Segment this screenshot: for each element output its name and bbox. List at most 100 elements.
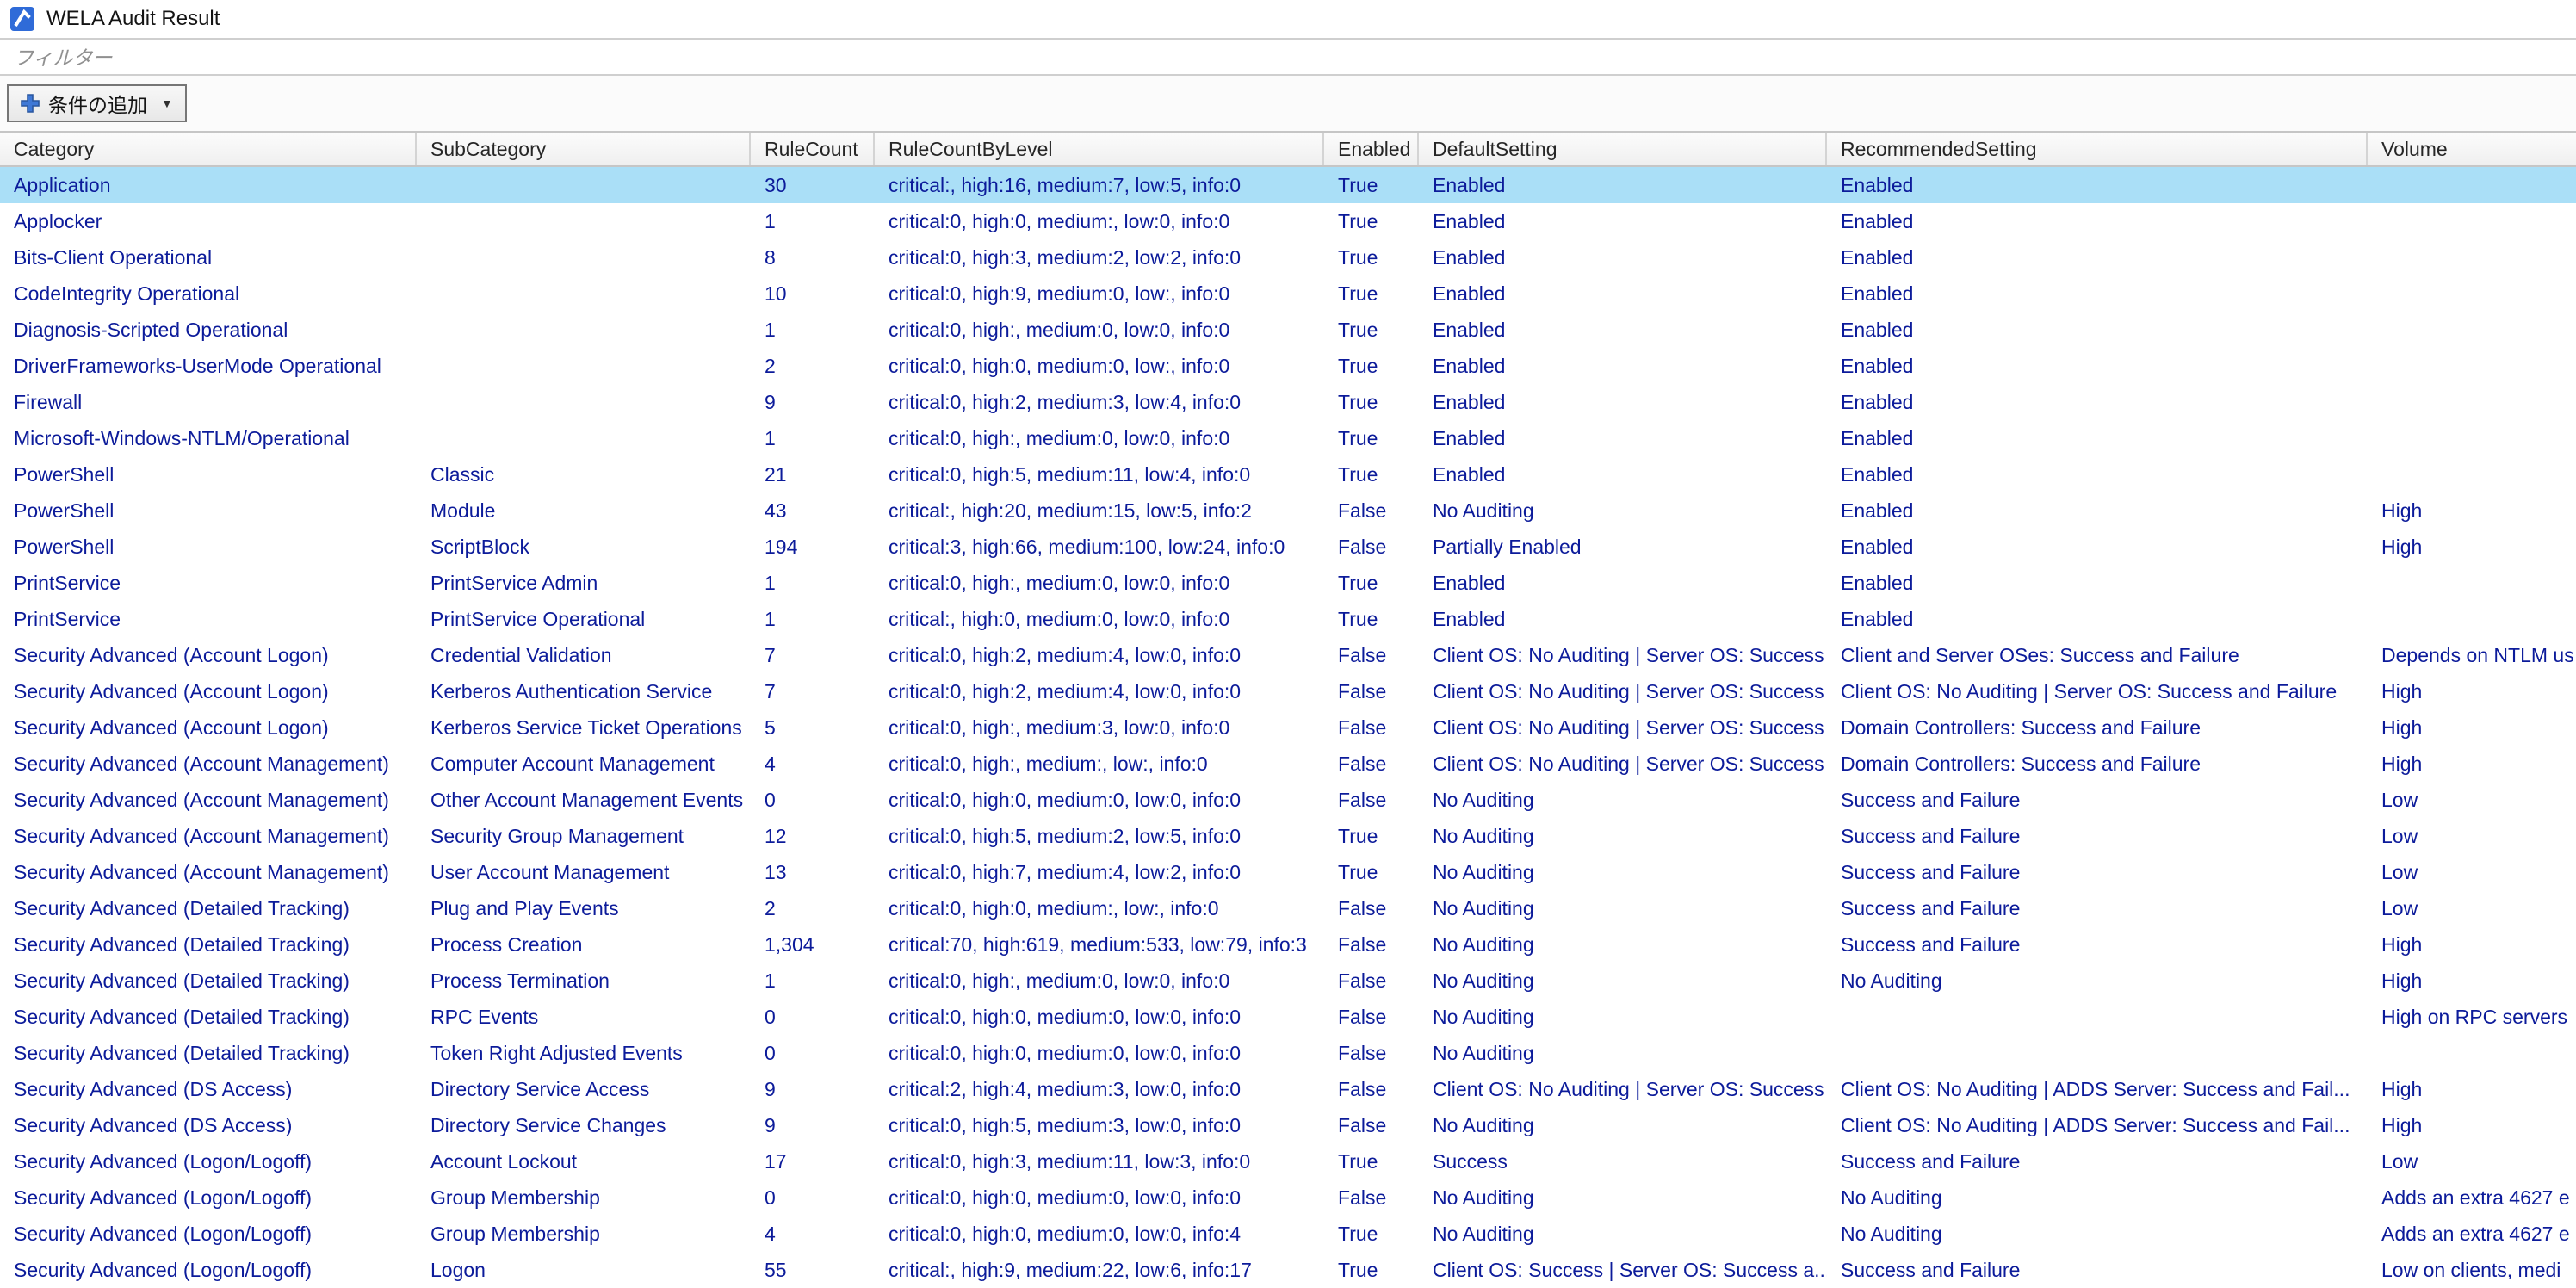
cell-rulecount[interactable]: 55 <box>751 1252 875 1288</box>
cell-category[interactable]: PowerShell <box>0 492 417 529</box>
cell-defaultsetting[interactable]: No Auditing <box>1419 890 1827 926</box>
cell-rulecount[interactable]: 1 <box>751 312 875 348</box>
cell-subcategory[interactable]: Process Termination <box>417 963 751 999</box>
cell-recommendedsetting[interactable]: Client OS: No Auditing | ADDS Server: Su… <box>1827 1107 2368 1143</box>
cell-rulecount[interactable]: 43 <box>751 492 875 529</box>
cell-enabled[interactable]: False <box>1324 1180 1419 1216</box>
cell-category[interactable]: Security Advanced (Account Management) <box>0 854 417 890</box>
cell-rulecountbylevel[interactable]: critical:0, high:0, medium:0, low:0, inf… <box>875 1216 1324 1252</box>
cell-enabled[interactable]: False <box>1324 1071 1419 1107</box>
cell-enabled[interactable]: False <box>1324 709 1419 746</box>
cell-subcategory[interactable] <box>417 203 751 239</box>
cell-rulecountbylevel[interactable]: critical:0, high:0, medium:, low:, info:… <box>875 890 1324 926</box>
table-row[interactable]: Security Advanced (DS Access) Directory … <box>0 1071 2576 1107</box>
cell-category[interactable]: Security Advanced (Account Management) <box>0 782 417 818</box>
table-row[interactable]: Security Advanced (DS Access) Directory … <box>0 1107 2576 1143</box>
cell-rulecountbylevel[interactable]: critical:0, high:2, medium:4, low:0, inf… <box>875 637 1324 673</box>
cell-subcategory[interactable]: Logon <box>417 1252 751 1288</box>
cell-defaultsetting[interactable]: No Auditing <box>1419 782 1827 818</box>
cell-volume[interactable]: High <box>2368 1071 2576 1107</box>
cell-rulecountbylevel[interactable]: critical:, high:16, medium:7, low:5, inf… <box>875 167 1324 203</box>
cell-recommendedsetting[interactable]: Enabled <box>1827 601 2368 637</box>
cell-volume[interactable]: Low <box>2368 782 2576 818</box>
cell-rulecountbylevel[interactable]: critical:0, high:7, medium:4, low:2, inf… <box>875 854 1324 890</box>
cell-subcategory[interactable]: Credential Validation <box>417 637 751 673</box>
cell-rulecountbylevel[interactable]: critical:0, high:2, medium:4, low:0, inf… <box>875 673 1324 709</box>
cell-volume[interactable] <box>2368 203 2576 239</box>
cell-volume[interactable] <box>2368 312 2576 348</box>
cell-subcategory[interactable] <box>417 348 751 384</box>
cell-defaultsetting[interactable]: No Auditing <box>1419 492 1827 529</box>
cell-defaultsetting[interactable]: Enabled <box>1419 601 1827 637</box>
cell-defaultsetting[interactable]: No Auditing <box>1419 999 1827 1035</box>
cell-enabled[interactable]: True <box>1324 818 1419 854</box>
table-row[interactable]: Security Advanced (Account Logon) Kerber… <box>0 673 2576 709</box>
cell-rulecountbylevel[interactable]: critical:0, high:5, medium:11, low:4, in… <box>875 456 1324 492</box>
cell-category[interactable]: Security Advanced (Logon/Logoff) <box>0 1252 417 1288</box>
cell-category[interactable]: Diagnosis-Scripted Operational <box>0 312 417 348</box>
cell-enabled[interactable]: False <box>1324 963 1419 999</box>
cell-enabled[interactable]: False <box>1324 673 1419 709</box>
cell-recommendedsetting[interactable]: Enabled <box>1827 167 2368 203</box>
cell-recommendedsetting[interactable]: Enabled <box>1827 239 2368 276</box>
cell-category[interactable]: Security Advanced (Detailed Tracking) <box>0 890 417 926</box>
table-row[interactable]: Security Advanced (Account Management) S… <box>0 818 2576 854</box>
cell-subcategory[interactable]: Directory Service Changes <box>417 1107 751 1143</box>
cell-enabled[interactable]: True <box>1324 239 1419 276</box>
table-row[interactable]: Security Advanced (Logon/Logoff) Group M… <box>0 1180 2576 1216</box>
cell-volume[interactable] <box>2368 348 2576 384</box>
column-header-subcategory[interactable]: SubCategory <box>417 133 751 165</box>
cell-defaultsetting[interactable]: Enabled <box>1419 276 1827 312</box>
cell-enabled[interactable]: True <box>1324 276 1419 312</box>
cell-enabled[interactable]: True <box>1324 203 1419 239</box>
cell-recommendedsetting[interactable]: Enabled <box>1827 456 2368 492</box>
table-row[interactable]: Security Advanced (Logon/Logoff) Logon 5… <box>0 1252 2576 1288</box>
cell-subcategory[interactable]: Module <box>417 492 751 529</box>
cell-rulecount[interactable]: 10 <box>751 276 875 312</box>
cell-defaultsetting[interactable]: Client OS: No Auditing | Server OS: Succ… <box>1419 746 1827 782</box>
cell-category[interactable]: Security Advanced (Detailed Tracking) <box>0 1035 417 1071</box>
cell-enabled[interactable]: False <box>1324 637 1419 673</box>
cell-rulecountbylevel[interactable]: critical:0, high:, medium:0, low:0, info… <box>875 420 1324 456</box>
cell-rulecountbylevel[interactable]: critical:0, high:9, medium:0, low:, info… <box>875 276 1324 312</box>
table-row[interactable]: Application 30 critical:, high:16, mediu… <box>0 167 2576 203</box>
cell-recommendedsetting[interactable]: Success and Failure <box>1827 854 2368 890</box>
cell-volume[interactable]: Low <box>2368 1143 2576 1180</box>
table-row[interactable]: Security Advanced (Account Logon) Creden… <box>0 637 2576 673</box>
cell-category[interactable]: PrintService <box>0 601 417 637</box>
cell-recommendedsetting[interactable]: Domain Controllers: Success and Failure <box>1827 709 2368 746</box>
cell-rulecount[interactable]: 1 <box>751 963 875 999</box>
cell-rulecountbylevel[interactable]: critical:0, high:0, medium:0, low:0, inf… <box>875 1180 1324 1216</box>
cell-volume[interactable]: High <box>2368 529 2576 565</box>
cell-enabled[interactable]: True <box>1324 312 1419 348</box>
cell-rulecount[interactable]: 4 <box>751 1216 875 1252</box>
cell-volume[interactable]: Low <box>2368 854 2576 890</box>
cell-category[interactable]: PrintService <box>0 565 417 601</box>
table-row[interactable]: Security Advanced (Account Management) U… <box>0 854 2576 890</box>
cell-volume[interactable]: High <box>2368 673 2576 709</box>
cell-defaultsetting[interactable]: Enabled <box>1419 312 1827 348</box>
cell-recommendedsetting[interactable]: Domain Controllers: Success and Failure <box>1827 746 2368 782</box>
cell-defaultsetting[interactable]: No Auditing <box>1419 818 1827 854</box>
cell-enabled[interactable]: False <box>1324 1035 1419 1071</box>
table-row[interactable]: Security Advanced (Detailed Tracking) To… <box>0 1035 2576 1071</box>
cell-enabled[interactable]: False <box>1324 890 1419 926</box>
table-row[interactable]: CodeIntegrity Operational 10 critical:0,… <box>0 276 2576 312</box>
cell-enabled[interactable]: False <box>1324 926 1419 963</box>
table-row[interactable]: PrintService PrintService Admin 1 critic… <box>0 565 2576 601</box>
cell-category[interactable]: Security Advanced (Account Logon) <box>0 637 417 673</box>
table-row[interactable]: PowerShell Classic 21 critical:0, high:5… <box>0 456 2576 492</box>
cell-defaultsetting[interactable]: Partially Enabled <box>1419 529 1827 565</box>
cell-defaultsetting[interactable]: Success <box>1419 1143 1827 1180</box>
cell-rulecountbylevel[interactable]: critical:0, high:0, medium:, low:0, info… <box>875 203 1324 239</box>
cell-category[interactable]: Microsoft-Windows-NTLM/Operational <box>0 420 417 456</box>
cell-subcategory[interactable]: Computer Account Management <box>417 746 751 782</box>
cell-rulecount[interactable]: 0 <box>751 1180 875 1216</box>
cell-volume[interactable]: High on RPC servers <box>2368 999 2576 1035</box>
cell-volume[interactable]: High <box>2368 963 2576 999</box>
cell-category[interactable]: Security Advanced (Logon/Logoff) <box>0 1180 417 1216</box>
cell-volume[interactable] <box>2368 420 2576 456</box>
cell-rulecountbylevel[interactable]: critical:0, high:3, medium:11, low:3, in… <box>875 1143 1324 1180</box>
cell-enabled[interactable]: True <box>1324 456 1419 492</box>
column-header-rulecountbylevel[interactable]: RuleCountByLevel <box>875 133 1324 165</box>
